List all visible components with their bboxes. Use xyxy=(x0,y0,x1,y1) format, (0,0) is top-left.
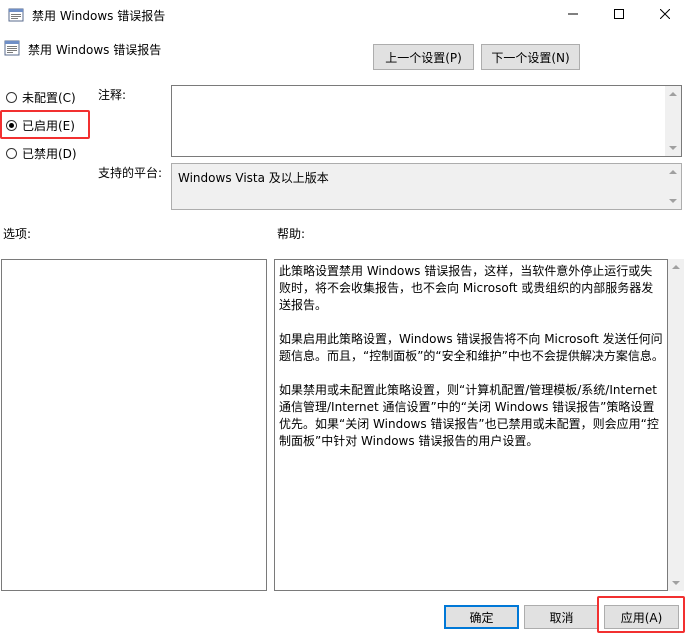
radio-circle xyxy=(6,91,17,103)
policy-icon xyxy=(8,7,24,23)
cancel-button[interactable]: 取消 xyxy=(524,605,599,629)
minimize-icon xyxy=(568,8,578,22)
scroll-down-icon[interactable] xyxy=(669,199,677,203)
help-paragraph: 此策略设置禁用 Windows 错误报告，这样，当软件意外停止运行或失败时，将不… xyxy=(279,264,654,312)
comment-textarea[interactable] xyxy=(171,85,682,157)
scroll-down-icon[interactable] xyxy=(669,146,677,150)
platform-field: Windows Vista 及以上版本 xyxy=(171,163,682,210)
maximize-button[interactable] xyxy=(596,0,642,30)
help-label: 帮助: xyxy=(277,227,306,241)
policy-setting-icon xyxy=(4,40,20,56)
help-paragraph: 如果禁用或未配置此策略设置，则“计算机配置/管理模板/系统/Internet 通… xyxy=(279,383,659,448)
scroll-up-icon[interactable] xyxy=(669,92,677,96)
radio-not-configured[interactable]: 未配置(C) xyxy=(6,88,76,106)
help-paragraph: 如果启用此策略设置，Windows 错误报告将不向 Microsoft 发送任何… xyxy=(279,332,664,363)
help-scrollbar[interactable] xyxy=(668,259,684,591)
help-panel: 此策略设置禁用 Windows 错误报告，这样，当软件意外停止运行或失败时，将不… xyxy=(274,259,668,591)
scroll-up-icon[interactable] xyxy=(672,265,680,269)
minimize-button[interactable] xyxy=(550,0,596,30)
scroll-up-icon[interactable] xyxy=(669,170,677,174)
enabled-highlight-box xyxy=(0,110,90,139)
apply-highlight-box xyxy=(597,596,685,633)
options-panel xyxy=(1,259,267,591)
scroll-down-icon[interactable] xyxy=(672,581,680,585)
radio-label: 已禁用(D) xyxy=(22,146,77,161)
maximize-icon xyxy=(614,8,624,22)
radio-disabled[interactable]: 已禁用(D) xyxy=(6,144,77,162)
policy-title: 禁用 Windows 错误报告 xyxy=(28,43,162,57)
title-bar: 禁用 Windows 错误报告 xyxy=(0,0,688,30)
ok-button[interactable]: 确定 xyxy=(444,605,519,629)
platform-label: 支持的平台: xyxy=(98,166,163,180)
close-icon xyxy=(659,8,671,22)
platform-value: Windows Vista 及以上版本 xyxy=(178,171,329,185)
radio-circle xyxy=(6,147,17,159)
close-button[interactable] xyxy=(642,0,688,30)
window-title: 禁用 Windows 错误报告 xyxy=(32,9,166,23)
previous-setting-button[interactable]: 上一个设置(P) xyxy=(373,44,474,70)
comment-scrollbar[interactable] xyxy=(665,86,681,156)
radio-label: 未配置(C) xyxy=(22,90,76,105)
platform-scrollbar[interactable] xyxy=(665,164,681,209)
options-label: 选项: xyxy=(3,227,32,241)
next-setting-button[interactable]: 下一个设置(N) xyxy=(481,44,580,70)
comment-label: 注释: xyxy=(98,88,127,102)
help-text: 此策略设置禁用 Windows 错误报告，这样，当软件意外停止运行或失败时，将不… xyxy=(279,263,664,467)
